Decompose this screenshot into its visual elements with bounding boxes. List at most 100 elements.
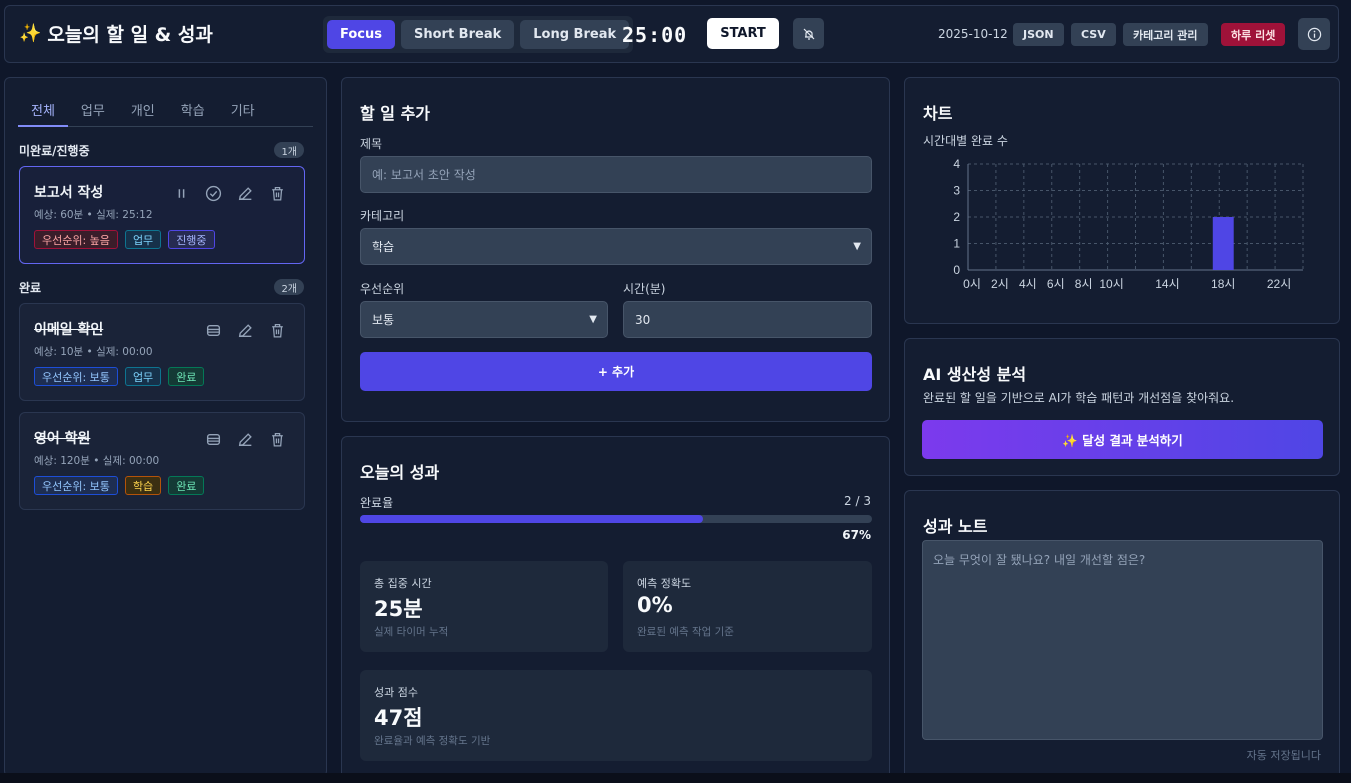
task-list-panel: 전체 업무 개인 학습 기타 미완료/진행중 1개 보고서 작성 예상: 60분… xyxy=(4,77,327,777)
title-field-label: 제목 xyxy=(360,137,383,151)
edit-icon[interactable] xyxy=(236,321,254,339)
category-tag: 업무 xyxy=(124,367,162,386)
notes-textarea[interactable]: 오늘 무엇이 잘 됐나요? 내일 개선할 점은? xyxy=(922,540,1323,740)
status-tag: 완료 xyxy=(168,476,205,495)
export-json-button[interactable]: JSON xyxy=(1013,23,1064,46)
mode-focus-button[interactable]: Focus xyxy=(327,20,395,49)
pending-count-badge: 1개 xyxy=(274,142,304,158)
sparkle-icon: ✨ xyxy=(19,23,42,44)
results-panel: 오늘의 성과 완료율 2 / 3 67% 총 집중 시간 25분 실제 타이머 … xyxy=(341,436,890,781)
chart-title: 시간대별 완료 수 xyxy=(923,134,1008,148)
notes-title: 성과 노트 xyxy=(923,517,988,536)
stat-label: 성과 점수 xyxy=(374,686,418,699)
stat-value: 25분 xyxy=(374,597,423,621)
accuracy-stat: 예측 정확도 0% 완료된 예측 작업 기준 xyxy=(623,561,872,652)
task-title: 보고서 작성 xyxy=(34,185,104,201)
timer-display: 25:00 xyxy=(622,23,688,47)
export-csv-button[interactable]: CSV xyxy=(1071,23,1116,46)
time-input[interactable]: 30 xyxy=(623,301,872,338)
task-title: 이메일 확인 xyxy=(34,322,104,338)
mode-long-break-button[interactable]: Long Break xyxy=(520,20,630,49)
done-section-title: 완료 xyxy=(19,281,42,295)
y-tick-label: 2 xyxy=(953,210,960,224)
x-tick-label: 18시 xyxy=(1211,277,1235,291)
hourly-completion-chart: 0 1 2 3 4 0시 2시 4시 6시 8시 10시 14시 18시 22시 xyxy=(953,157,1304,291)
priority-tag: 우선순위: 보통 xyxy=(34,476,118,495)
pending-section-title: 미완료/진행중 xyxy=(19,144,90,158)
completion-fraction: 2 / 3 xyxy=(844,494,871,508)
start-button[interactable]: START xyxy=(707,18,779,49)
title-input[interactable]: 예: 보고서 초안 작성 xyxy=(360,156,872,193)
y-tick-label: 0 xyxy=(953,263,960,277)
restore-icon[interactable] xyxy=(204,430,222,448)
add-task-title: 할 일 추가 xyxy=(360,104,431,123)
sound-toggle-button[interactable] xyxy=(793,18,824,49)
stat-subtext: 실제 타이머 누적 xyxy=(374,626,449,638)
reset-day-button[interactable]: 하루 리셋 xyxy=(1221,23,1286,46)
edit-icon[interactable] xyxy=(236,430,254,448)
info-button[interactable] xyxy=(1298,18,1330,50)
ai-analysis-panel: AI 생산성 분석 완료된 할 일을 기반으로 AI가 학습 패턴과 개선점을 … xyxy=(904,338,1340,476)
tab-other[interactable]: 기타 xyxy=(218,91,268,127)
trash-icon[interactable] xyxy=(268,430,286,448)
results-title: 오늘의 성과 xyxy=(360,463,440,482)
stat-label: 총 집중 시간 xyxy=(374,577,432,590)
time-field-label: 시간(분) xyxy=(623,282,666,296)
x-tick-label: 2시 xyxy=(991,277,1009,291)
app-title-text: 오늘의 할 일 & 성과 xyxy=(47,24,213,46)
app-title: ✨ 오늘의 할 일 & 성과 xyxy=(19,20,213,47)
priority-tag: 우선순위: 보통 xyxy=(34,367,118,386)
chart-panel: 차트 시간대별 완료 수 0 1 2 3 4 0시 2시 4시 6시 8시 10시 14시 18시 22시 xyxy=(904,77,1340,324)
stat-subtext: 완료된 예측 작업 기준 xyxy=(637,626,734,638)
task-title: 영어 학원 xyxy=(34,431,91,447)
analyze-button[interactable]: ✨ 달성 결과 분석하기 xyxy=(922,420,1323,459)
restore-icon[interactable] xyxy=(204,321,222,339)
tab-all[interactable]: 전체 xyxy=(18,91,68,127)
mode-short-break-button[interactable]: Short Break xyxy=(400,20,515,49)
x-tick-label: 10시 xyxy=(1099,277,1123,291)
stat-value: 47점 xyxy=(374,706,423,730)
tab-work[interactable]: 업무 xyxy=(68,91,118,127)
category-tag: 업무 xyxy=(124,230,162,249)
task-meta: 예상: 120분 • 실제: 00:00 xyxy=(34,455,160,467)
complete-check-icon[interactable] xyxy=(204,184,222,202)
category-manage-button[interactable]: 카테고리 관리 xyxy=(1123,23,1208,46)
task-card[interactable]: 이메일 확인 예상: 10분 • 실제: 00:00 우선순위: 보통 업무 완… xyxy=(19,303,305,401)
timer-mode-switch: Focus Short Break Long Break xyxy=(323,16,634,53)
category-select[interactable]: 학습 ▼ xyxy=(360,228,872,265)
tab-personal[interactable]: 개인 xyxy=(118,91,168,127)
category-tag: 학습 xyxy=(124,476,162,495)
priority-field-label: 우선순위 xyxy=(360,282,405,296)
pause-icon[interactable] xyxy=(172,184,190,202)
task-card[interactable]: 보고서 작성 예상: 60분 • 실제: 25:12 우선순위: 높음 업무 진… xyxy=(19,166,305,264)
info-icon xyxy=(1307,27,1321,41)
tab-study[interactable]: 학습 xyxy=(168,91,218,127)
x-tick-label: 14시 xyxy=(1155,277,1179,291)
chevron-down-icon: ▼ xyxy=(853,241,861,252)
priority-select[interactable]: 보통 ▼ xyxy=(360,301,608,338)
add-task-button[interactable]: + 추가 xyxy=(360,352,872,391)
edit-icon[interactable] xyxy=(236,184,254,202)
x-tick-label: 8시 xyxy=(1075,277,1093,291)
y-tick-label: 3 xyxy=(953,184,960,198)
x-tick-label: 0시 xyxy=(963,277,981,291)
completion-percent: 67% xyxy=(842,528,871,542)
stat-label: 예측 정확도 xyxy=(637,577,692,590)
trash-icon[interactable] xyxy=(268,184,286,202)
status-tag: 완료 xyxy=(168,367,205,386)
completion-progress-fill xyxy=(360,515,704,523)
status-tag: 진행중 xyxy=(168,230,215,249)
ai-title: AI 생산성 분석 xyxy=(923,365,1027,384)
trash-icon[interactable] xyxy=(268,321,286,339)
score-stat: 성과 점수 47점 완료율과 예측 정확도 기반 xyxy=(360,670,872,761)
y-tick-label: 1 xyxy=(953,237,960,251)
bell-off-icon xyxy=(803,28,814,40)
done-count-badge: 2개 xyxy=(274,279,304,295)
task-card[interactable]: 영어 학원 예상: 120분 • 실제: 00:00 우선순위: 보통 학습 완… xyxy=(19,412,305,510)
focus-time-stat: 총 집중 시간 25분 실제 타이머 누적 xyxy=(360,561,608,652)
x-tick-label: 22시 xyxy=(1267,277,1291,291)
category-field-label: 카테고리 xyxy=(360,209,405,223)
chart-panel-title: 차트 xyxy=(923,104,953,123)
chevron-down-icon: ▼ xyxy=(589,314,597,325)
window-bottom-edge xyxy=(0,773,1351,783)
